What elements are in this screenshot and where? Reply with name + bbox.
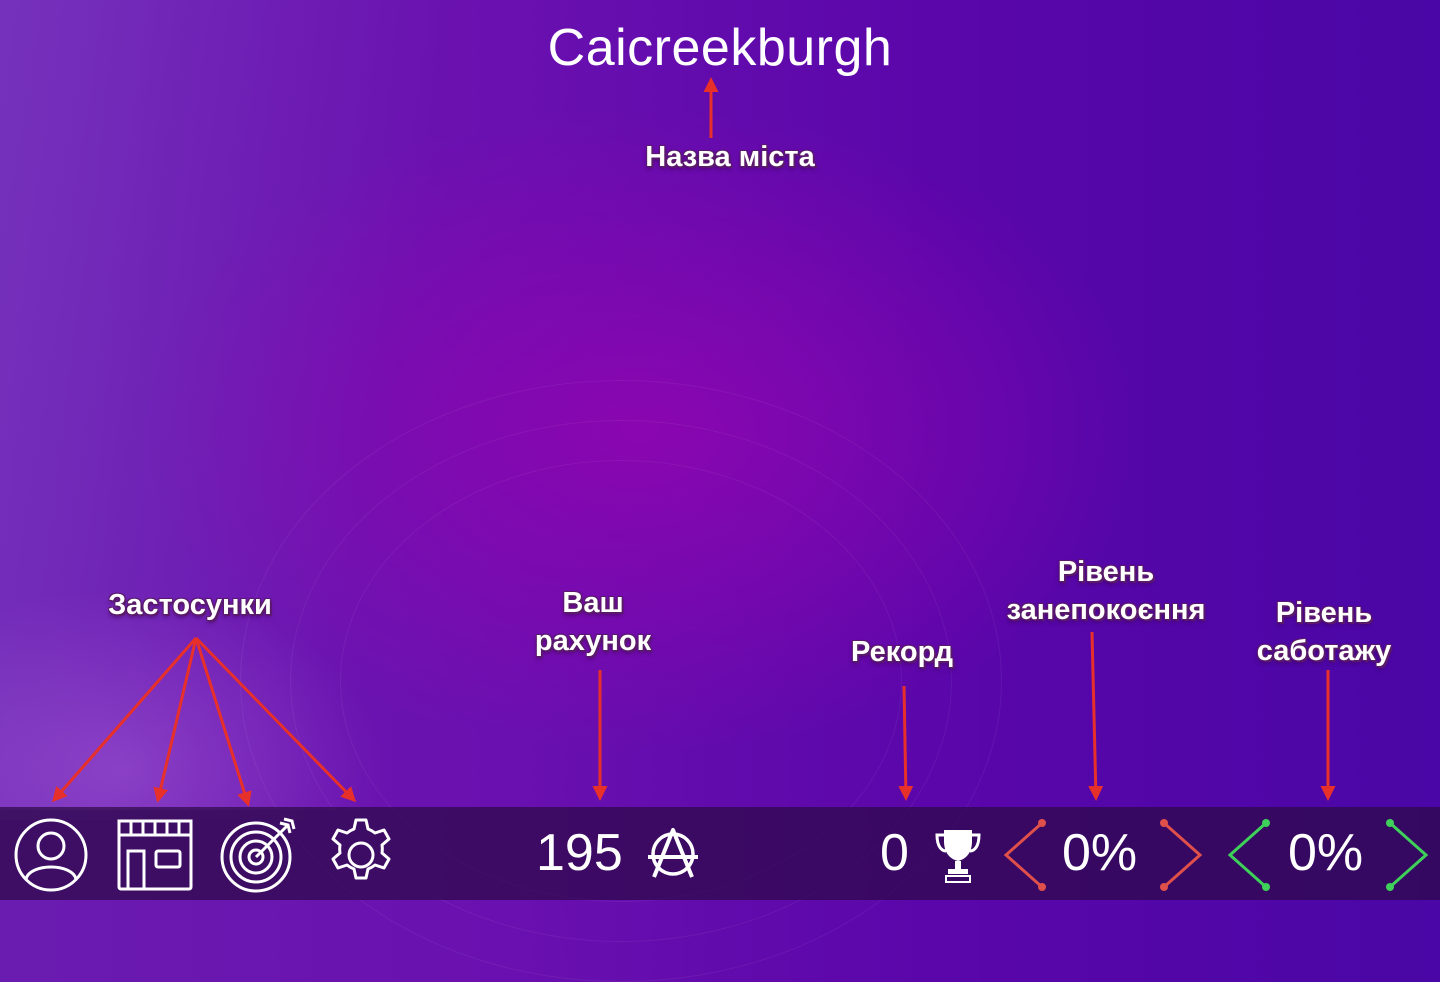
annotation-score: Ваш рахунок (500, 584, 686, 660)
annotation-sabotage-line2: саботажу (1256, 635, 1392, 667)
user-icon (14, 818, 88, 892)
annotation-concern-line2: занепокоєння (1006, 594, 1206, 626)
anarchy-icon (648, 828, 698, 878)
annotation-arrows (52, 77, 1336, 807)
arrow-record (898, 685, 914, 801)
shop-button[interactable] (116, 817, 194, 893)
arrow-app-targets (194, 637, 252, 807)
concern-level-value: 0% (1062, 824, 1138, 882)
annotation-record: Рекорд (851, 636, 953, 668)
arrow-app-profile (52, 637, 198, 803)
concern-increase-button[interactable] (1156, 817, 1206, 893)
settings-button[interactable] (322, 817, 400, 893)
gear-icon (331, 818, 391, 880)
score-value: 195 (536, 824, 623, 882)
annotation-city-name: Назва міста (645, 141, 815, 173)
target-icon (220, 817, 296, 893)
annotation-score-line1: Ваш (562, 587, 624, 619)
annotation-concern: Рівень занепокоєння (984, 553, 1228, 629)
sabotage-level-value: 0% (1288, 824, 1364, 882)
bottom-bar: 195 0 0% 0% (0, 807, 1440, 900)
concern-decrease-button[interactable] (1000, 817, 1050, 893)
annotation-concern-line1: Рівень (1057, 556, 1155, 588)
profile-button[interactable] (12, 817, 90, 893)
trophy-icon (935, 830, 981, 883)
arrow-concern (1088, 631, 1104, 801)
annotation-apps: Застосунки (108, 589, 272, 621)
background-glow (0, 0, 520, 820)
annotation-sabotage-line1: Рівень (1275, 597, 1373, 629)
sabotage-increase-button[interactable] (1382, 817, 1432, 893)
sabotage-decrease-button[interactable] (1224, 817, 1274, 893)
city-name: Caicreekburgh (547, 19, 893, 77)
store-icon (117, 819, 193, 891)
annotation-sabotage: Рівень саботажу (1232, 594, 1416, 670)
arrow-app-settings (194, 636, 357, 803)
annotation-score-line2: рахунок (534, 625, 652, 657)
arrow-app-shop (153, 637, 198, 803)
targets-button[interactable] (218, 817, 296, 893)
record-value: 0 (880, 824, 909, 882)
